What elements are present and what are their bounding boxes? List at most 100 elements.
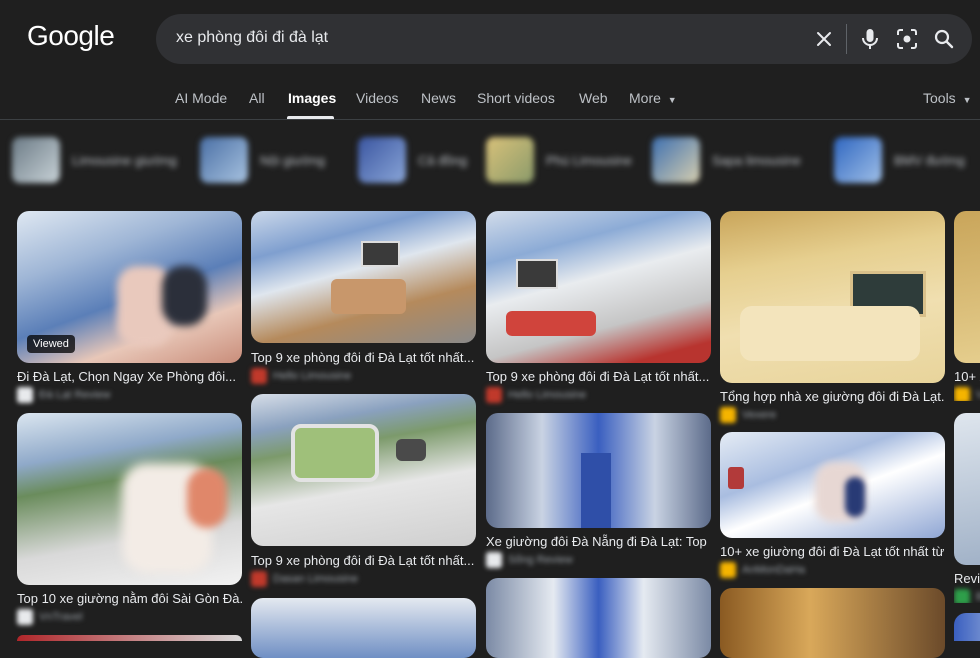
tools-button[interactable]: Tools ▼ (923, 90, 972, 106)
result-source[interactable]: Dasan Limousine (251, 571, 358, 587)
result-source[interactable]: Đà Lạt Review (17, 387, 111, 403)
result-source[interactable]: Hello Limousine (486, 387, 586, 403)
source-name: VnTravel (39, 611, 83, 623)
image-result[interactable]: 10+ x V (954, 211, 980, 401)
favicon (486, 552, 502, 568)
result-image[interactable] (17, 413, 242, 585)
result-title[interactable]: Top 9 xe phòng đôi đi Đà Lạt tốt nhất... (486, 369, 711, 384)
result-image[interactable] (720, 432, 945, 538)
tab-short-videos[interactable]: Short videos (477, 90, 555, 106)
related-chip[interactable]: Limousine giường (12, 135, 177, 185)
tools-label: Tools (923, 90, 956, 106)
bus-aisle (581, 453, 611, 528)
source-name: Sống Review (508, 554, 573, 566)
related-chip[interactable]: Phú Limousine (486, 135, 632, 185)
google-logo[interactable]: Google (27, 20, 115, 52)
favicon (17, 387, 33, 403)
result-title[interactable]: Top 10 xe giường nằm đôi Sài Gòn Đà... (17, 591, 242, 606)
microphone-icon[interactable] (858, 27, 882, 51)
result-image[interactable] (954, 613, 980, 641)
chevron-down-icon: ▼ (962, 95, 972, 105)
tab-videos[interactable]: Videos (356, 90, 399, 106)
result-image[interactable] (720, 211, 945, 383)
result-image[interactable] (954, 211, 980, 363)
result-source[interactable]: Sống Review (486, 552, 573, 568)
image-result[interactable] (486, 578, 711, 658)
result-source[interactable]: Vexere (720, 407, 776, 423)
source-name: Dasan Limousine (273, 573, 358, 585)
chip-label: Cả đồng (418, 152, 468, 168)
tab-all[interactable]: All (249, 90, 265, 106)
image-result[interactable]: Top 9 xe phòng đôi đi Đà Lạt tốt nhất...… (251, 394, 476, 588)
chip-thumbnail (200, 137, 248, 183)
red-mattress (506, 311, 596, 336)
tab-more-label: More (629, 90, 661, 106)
result-source[interactable]: V (954, 387, 980, 401)
chip-thumbnail (12, 137, 60, 183)
result-image[interactable] (486, 413, 711, 528)
related-chip[interactable]: Cả đồng (358, 135, 467, 185)
favicon (954, 589, 970, 603)
result-source[interactable]: Hello Limousine (251, 368, 351, 384)
search-input[interactable]: xe phòng đôi đi đà lạt (176, 29, 328, 47)
chip-label: Sapa limousine (712, 152, 801, 168)
image-result[interactable]: Top 10 xe giường nằm đôi Sài Gòn Đà... V… (17, 413, 242, 625)
result-title[interactable]: Top 9 xe phòng đôi đi Đà Lạt tốt nhất... (251, 350, 476, 365)
result-image[interactable] (954, 413, 980, 565)
result-title[interactable]: Tổng hợp nhà xe giường đôi đi Đà Lạt... (720, 389, 945, 404)
close-icon[interactable] (812, 27, 836, 51)
result-title[interactable]: 10+ x (954, 369, 980, 384)
source-name: Hello Limousine (508, 389, 587, 401)
search-icon[interactable] (932, 27, 956, 51)
result-image[interactable]: Viewed (17, 211, 242, 363)
favicon (251, 571, 267, 587)
source-name: Đà Lạt Review (39, 389, 111, 401)
result-image[interactable] (251, 211, 476, 343)
related-chip[interactable]: BMV đường (834, 135, 965, 185)
result-source[interactable]: B (954, 589, 980, 603)
favicon (954, 387, 970, 401)
tab-news[interactable]: News (421, 90, 456, 106)
result-image[interactable] (720, 588, 945, 658)
result-source[interactable]: VnTravel (17, 609, 83, 625)
image-result[interactable] (17, 635, 242, 641)
side-panel (728, 467, 744, 489)
result-image[interactable] (251, 394, 476, 546)
search-tabs: AI Mode All Images Videos News Short vid… (0, 80, 980, 120)
result-image[interactable] (486, 578, 711, 658)
result-image[interactable] (17, 635, 242, 641)
tab-images[interactable]: Images (288, 90, 336, 106)
related-chip[interactable]: Nội giường (200, 135, 325, 185)
image-result[interactable]: Top 9 xe phòng đôi đi Đà Lạt tốt nhất...… (251, 211, 476, 384)
result-source[interactable]: AnMonDaHa (720, 562, 805, 578)
result-title[interactable]: Xe giường đôi Đà Nẵng đi Đà Lạt: Top 2..… (486, 534, 711, 549)
tab-web[interactable]: Web (579, 90, 608, 106)
image-result[interactable] (954, 613, 980, 641)
image-result[interactable]: Tổng hợp nhà xe giường đôi đi Đà Lạt... … (720, 211, 945, 423)
image-result[interactable]: 10+ xe giường đôi đi Đà Lạt tốt nhất từ.… (720, 432, 945, 580)
search-box[interactable]: xe phòng đôi đi đà lạt (156, 14, 972, 64)
favicon (720, 562, 736, 578)
result-image[interactable] (486, 211, 711, 363)
image-result[interactable] (251, 598, 476, 658)
beige-bed (740, 306, 920, 361)
related-chip[interactable]: Sapa limousine (652, 135, 801, 185)
favicon (486, 387, 502, 403)
lens-icon[interactable] (895, 27, 919, 51)
search-divider (846, 24, 847, 54)
result-image[interactable] (251, 598, 476, 658)
result-title[interactable]: Đi Đà Lạt, Chọn Ngay Xe Phòng đôi... (17, 369, 242, 384)
image-result[interactable] (720, 588, 945, 658)
image-result[interactable]: Top 9 xe phòng đôi đi Đà Lạt tốt nhất...… (486, 211, 711, 403)
blanket (331, 279, 406, 314)
result-title[interactable]: 10+ xe giường đôi đi Đà Lạt tốt nhất từ.… (720, 544, 945, 559)
result-title[interactable]: Top 9 xe phòng đôi đi Đà Lạt tốt nhất... (251, 553, 476, 568)
result-title[interactable]: Revie (954, 571, 980, 586)
tab-ai-mode[interactable]: AI Mode (175, 90, 227, 106)
tv-screen (361, 241, 400, 267)
tab-more[interactable]: More ▼ (629, 90, 677, 106)
image-result[interactable]: Revie B (954, 413, 980, 603)
image-result[interactable]: Viewed Đi Đà Lạt, Chọn Ngay Xe Phòng đôi… (17, 211, 242, 403)
image-result[interactable]: Xe giường đôi Đà Nẵng đi Đà Lạt: Top 2..… (486, 413, 711, 568)
source-name: V (976, 389, 980, 401)
